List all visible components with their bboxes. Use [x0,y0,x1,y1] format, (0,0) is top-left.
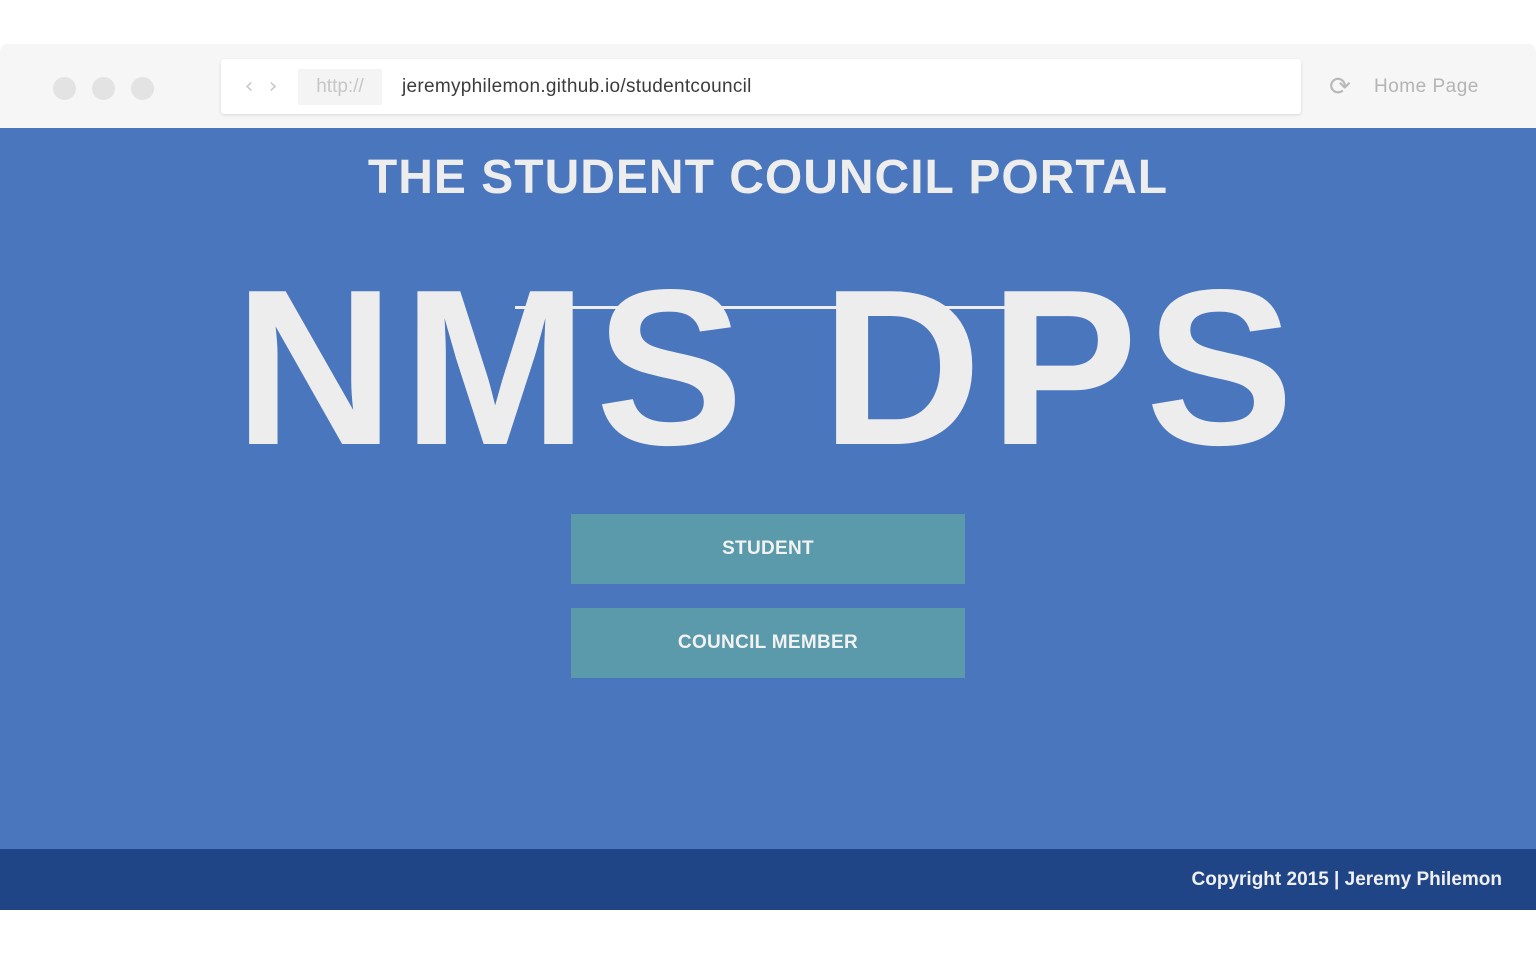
browser-window: ‹ › http:// jeremyphilemon.github.io/stu… [0,44,1536,910]
portal-title: THE STUDENT COUNCIL PORTAL [367,151,1169,204]
council-member-button[interactable]: COUNCIL MEMBER [571,608,965,678]
address-bar[interactable]: ‹ › http:// jeremyphilemon.github.io/stu… [221,59,1301,114]
browser-toolbar: ‹ › http:// jeremyphilemon.github.io/stu… [0,44,1536,128]
copyright-text: Copyright 2015 | Jeremy Philemon [1191,869,1502,890]
home-page-link[interactable]: Home Page [1374,71,1479,103]
window-maximize-button[interactable] [131,77,154,100]
reload-icon[interactable]: ⟳ [1324,71,1356,103]
url-protocol: http:// [298,69,382,105]
page-content: THE STUDENT COUNCIL PORTAL NMS DPS STUDE… [0,128,1536,910]
window-minimize-button[interactable] [92,77,115,100]
school-name-heading: NMS DPS [234,244,1302,492]
url-text[interactable]: jeremyphilemon.github.io/studentcouncil [402,59,752,114]
back-arrow-icon[interactable]: ‹ [239,59,259,114]
window-close-button[interactable] [53,77,76,100]
forward-arrow-icon[interactable]: › [263,59,283,114]
footer: Copyright 2015 | Jeremy Philemon [0,849,1536,910]
student-button[interactable]: STUDENT [571,514,965,584]
